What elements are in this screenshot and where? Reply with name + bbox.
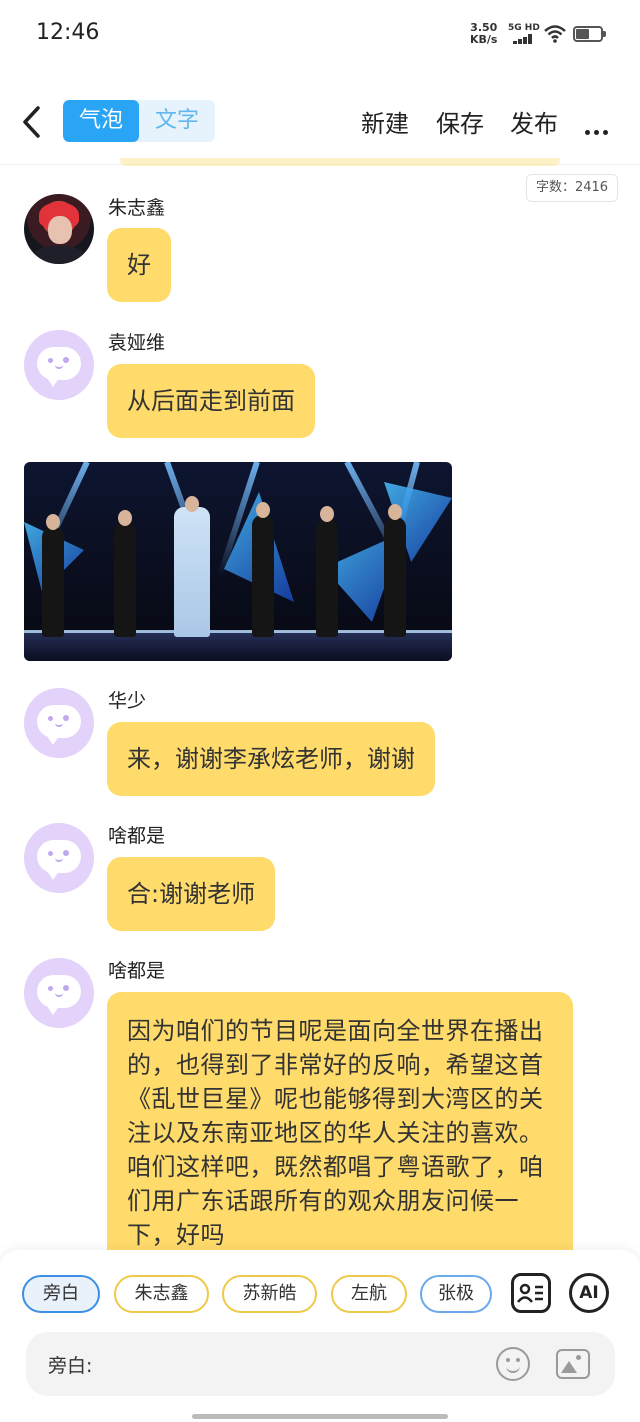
message-input[interactable]: 旁白:: [26, 1332, 615, 1396]
network-type: 5G HD: [508, 23, 540, 33]
battery-icon: [573, 26, 606, 42]
speaker-name: 啥都是: [108, 960, 166, 982]
role-manager-icon[interactable]: [511, 1273, 551, 1313]
publish-button[interactable]: 发布: [510, 104, 558, 139]
status-bar: 12:46 3.50 KB/s 5G HD: [0, 0, 640, 68]
ghost-avatar-icon: [37, 975, 81, 1015]
stage-photo[interactable]: [24, 462, 452, 661]
emoji-icon[interactable]: [496, 1347, 530, 1381]
toolbar: 气泡 文字 新建 保存 发布: [0, 90, 640, 160]
avatar[interactable]: [24, 688, 94, 758]
input-role-prefix: 旁白:: [48, 1355, 93, 1377]
ghost-avatar-icon: [37, 347, 81, 387]
speaker-name: 华少: [108, 690, 147, 712]
word-count-badge: 字数：2416: [526, 174, 618, 202]
speaker-name: 朱志鑫: [108, 197, 166, 219]
home-indicator: [192, 1414, 448, 1419]
chat-bubble[interactable]: 因为咱们的节目呢是面向全世界在播出的，也得到了非常好的反响，希望这首《乱世巨星》…: [107, 992, 573, 1254]
role-chip[interactable]: 朱志鑫: [114, 1275, 209, 1313]
avatar[interactable]: [24, 958, 94, 1028]
image-upload-icon[interactable]: [556, 1349, 590, 1379]
network-speed: 3.50 KB/s: [470, 22, 497, 46]
save-button[interactable]: 保存: [436, 104, 484, 139]
speaker-name: 啥都是: [108, 825, 166, 847]
mode-switch: 气泡 文字: [63, 100, 215, 142]
role-chip[interactable]: 苏新皓: [222, 1275, 317, 1313]
tab-text[interactable]: 文字: [139, 100, 215, 142]
avatar[interactable]: [24, 330, 94, 400]
role-chip[interactable]: 张极: [420, 1275, 492, 1313]
role-chip-narrator[interactable]: 旁白: [22, 1275, 100, 1313]
wifi-icon: [544, 25, 566, 43]
chat-bubble[interactable]: 从后面走到前面: [107, 364, 315, 438]
previous-bubble-edge: [120, 158, 560, 166]
clock: 12:46: [36, 20, 100, 45]
tab-bubble[interactable]: 气泡: [63, 100, 139, 142]
speed-unit: KB/s: [470, 33, 498, 46]
ai-button[interactable]: AI: [569, 1273, 609, 1313]
ghost-avatar-icon: [37, 840, 81, 880]
chat-bubble[interactable]: 合:谢谢老师: [107, 857, 276, 931]
ghost-avatar-icon: [37, 705, 81, 745]
avatar[interactable]: [24, 823, 94, 893]
speaker-name: 袁娅维: [108, 332, 166, 354]
signal-icon: [513, 34, 537, 44]
chat-bubble[interactable]: 来，谢谢李承炫老师，谢谢: [107, 722, 435, 796]
avatar[interactable]: [24, 194, 94, 264]
back-arrow-icon[interactable]: [18, 102, 48, 142]
chat-bubble[interactable]: 好: [107, 228, 171, 302]
role-chip[interactable]: 左航: [331, 1275, 407, 1313]
new-button[interactable]: 新建: [361, 104, 409, 139]
more-options-icon[interactable]: [585, 120, 612, 139]
